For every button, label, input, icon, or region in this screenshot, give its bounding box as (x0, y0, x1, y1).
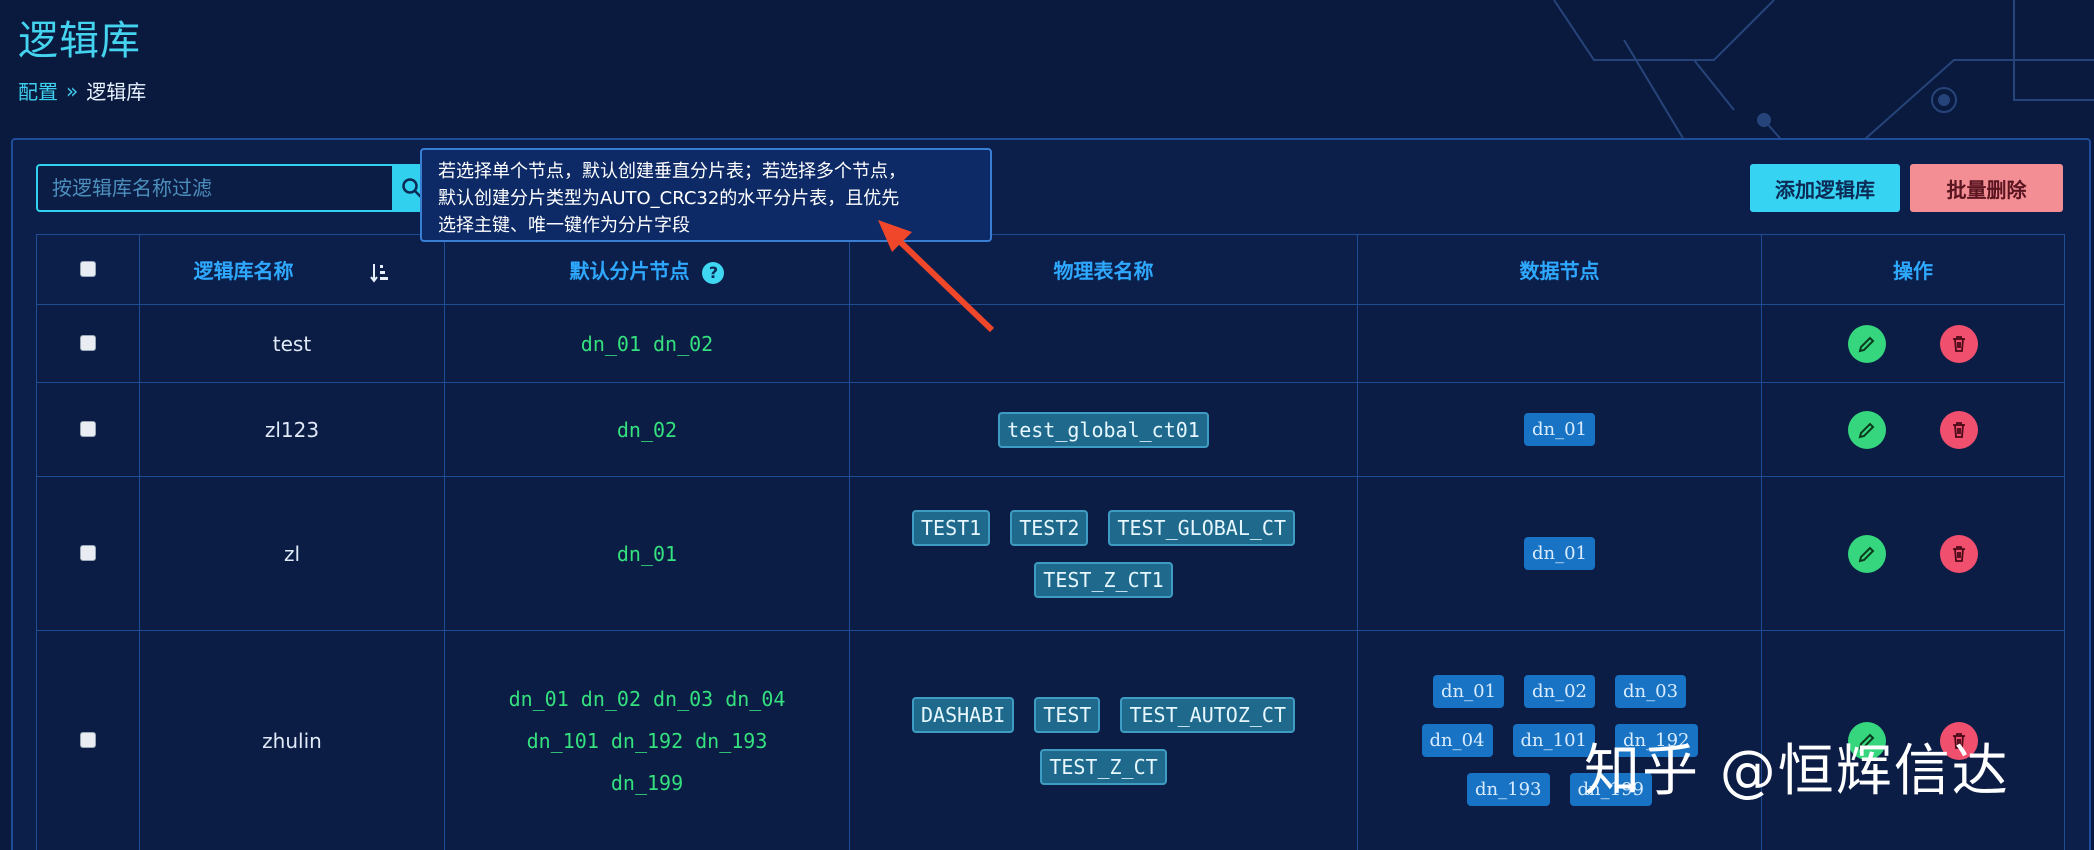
default-node: dn_02 (580, 686, 641, 711)
default-node: dn_02 (616, 417, 678, 442)
physical-table-tag[interactable]: TEST_Z_CT1 (1034, 561, 1173, 598)
delete-button[interactable] (1940, 534, 1979, 573)
watermark: 知乎 @恒辉信达 (1584, 739, 2010, 804)
trash-icon (1953, 545, 1966, 562)
annotation-arrow-icon (878, 220, 995, 333)
data-nodes-cell: dn_01 (1357, 476, 1762, 631)
default-node: dn_03 (653, 686, 714, 711)
physical-table-tag[interactable]: TEST (1034, 696, 1101, 733)
edit-button[interactable] (1847, 410, 1886, 449)
default-node: dn_01 (508, 686, 569, 711)
row-checkbox[interactable] (80, 420, 96, 437)
breadcrumb: 配置 » 逻辑库 (18, 76, 146, 105)
edit-button[interactable] (1847, 324, 1886, 363)
data-node-tag[interactable]: dn_01 (1523, 413, 1596, 446)
table-row: zl dn_01 TEST1 TEST2 TEST_GLOBAL_CT TEST_Z… (36, 476, 2065, 631)
row-checkbox[interactable] (80, 544, 96, 561)
default-node: dn_02 (653, 331, 714, 356)
row-select-cell (36, 630, 140, 850)
physical-table-tag[interactable]: TEST_GLOBAL_CT (1108, 509, 1295, 546)
row-checkbox[interactable] (80, 334, 96, 351)
breadcrumb-config-link[interactable]: 配置 (18, 76, 58, 105)
table-header-row: 逻辑库名称 默认分片节点 ? 物理表名称 数据节点 操作 (36, 234, 2065, 305)
data-nodes-cell: dn_01 (1357, 382, 1762, 477)
physical-tables-cell: TEST1 TEST2 TEST_GLOBAL_CT TEST_Z_CT1 (849, 476, 1358, 631)
column-header-name-label: 逻辑库名称 (193, 259, 294, 283)
physical-table-tag[interactable]: TEST1 (911, 509, 991, 546)
logic-db-name: zl (139, 476, 445, 631)
logic-db-name: zhulin (139, 630, 445, 850)
logic-db-name: zl123 (139, 382, 445, 477)
table-row: zl123 dn_02 test_global_ct01 dn_01 (36, 382, 2065, 477)
actions-cell (1761, 382, 2065, 477)
trash-icon (1953, 335, 1966, 352)
physical-table-tag[interactable]: TEST_AUTOZ_CT (1120, 696, 1295, 733)
default-nodes-cell: dn_01 (444, 476, 850, 631)
default-node: dn_192 (610, 728, 684, 753)
column-header-name: 逻辑库名称 (139, 234, 445, 305)
data-nodes-cell (1357, 304, 1762, 383)
tooltip-line: 若选择单个节点，默认创建垂直分片表；若选择多个节点， (438, 161, 906, 182)
sort-icon[interactable] (370, 262, 390, 284)
default-node: dn_193 (695, 728, 768, 753)
add-logic-db-button[interactable]: 添加逻辑库 (1750, 164, 1900, 212)
row-select-cell (36, 304, 140, 383)
actions-cell (1761, 304, 2065, 383)
row-checkbox[interactable] (80, 731, 96, 748)
pencil-icon (1858, 546, 1875, 562)
header-select-all-cell (36, 234, 140, 305)
table-row: test dn_01 dn_02 (36, 304, 2065, 383)
default-node: dn_199 (610, 770, 684, 795)
default-node: dn_04 (725, 686, 786, 711)
breadcrumb-separator: » (66, 78, 79, 103)
physical-table-tag[interactable]: test_global_ct01 (998, 411, 1209, 448)
tooltip-line: 默认创建分片类型为AUTO_CRC32的水平分片表，且优先 (438, 188, 900, 209)
column-header-actions: 操作 (1761, 234, 2065, 305)
default-node: dn_101 (526, 728, 599, 753)
data-node-tag[interactable]: dn_101 (1512, 724, 1596, 757)
delete-button[interactable] (1940, 410, 1979, 449)
data-node-tag[interactable]: dn_01 (1432, 675, 1504, 708)
page-title: 逻辑库 (18, 18, 141, 64)
default-nodes-cell: dn_02 (444, 382, 850, 477)
actions-cell (1761, 476, 2065, 631)
trash-icon (1953, 421, 1966, 438)
help-icon[interactable]: ? (702, 261, 725, 284)
physical-table-tag[interactable]: DASHABI (911, 696, 1015, 733)
pencil-icon (1858, 336, 1875, 352)
row-select-cell (36, 476, 140, 631)
batch-delete-button[interactable]: 批量删除 (1910, 164, 2063, 212)
delete-button[interactable] (1940, 324, 1979, 363)
physical-table-tag[interactable]: TEST2 (1010, 509, 1089, 546)
row-select-cell (36, 382, 140, 477)
search-input[interactable] (38, 176, 396, 200)
breadcrumb-current: 逻辑库 (86, 80, 147, 104)
data-node-tag[interactable]: dn_01 (1523, 537, 1596, 570)
column-header-default-nodes-label: 默认分片节点 (569, 259, 690, 283)
default-node: dn_01 (616, 541, 678, 566)
logic-db-name: test (139, 304, 445, 383)
data-node-tag[interactable]: dn_193 (1467, 773, 1550, 806)
physical-tables-cell: test_global_ct01 (849, 382, 1358, 477)
edit-button[interactable] (1847, 534, 1886, 573)
column-header-data-nodes: 数据节点 (1357, 234, 1762, 305)
default-nodes-cell: dn_01 dn_02 dn_03 dn_04 dn_101 dn_192 dn_193 … (444, 630, 850, 850)
pencil-icon (1858, 422, 1875, 438)
default-nodes-cell: dn_01 dn_02 (444, 304, 850, 383)
search-box (36, 164, 434, 212)
default-node: dn_01 (580, 331, 641, 356)
physical-tables-cell: DASHABI TEST TEST_AUTOZ_CT TEST_Z_CT (849, 630, 1358, 850)
physical-table-tag[interactable]: TEST_Z_CT (1040, 748, 1167, 785)
data-node-tag[interactable]: dn_03 (1615, 675, 1687, 708)
data-node-tag[interactable]: dn_04 (1421, 724, 1493, 757)
data-node-tag[interactable]: dn_02 (1523, 675, 1596, 708)
column-header-default-nodes: 默认分片节点 ? (444, 234, 850, 305)
select-all-checkbox[interactable] (80, 260, 96, 277)
